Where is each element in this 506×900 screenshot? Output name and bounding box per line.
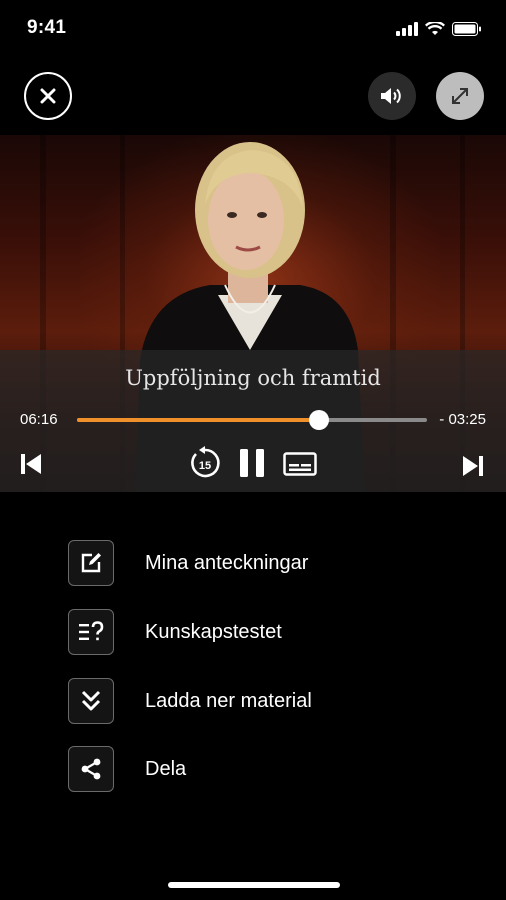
status-icons [396, 22, 482, 36]
menu-icon-box [68, 746, 114, 792]
battery-icon [452, 22, 481, 36]
next-button[interactable] [460, 452, 486, 480]
previous-button[interactable] [18, 450, 44, 478]
menu-item-label: Ladda ner material [145, 689, 312, 712]
volume-icon [381, 88, 401, 104]
menu-item-label: Dela [145, 757, 187, 780]
progress-fill [77, 418, 319, 422]
pause-button[interactable] [238, 448, 266, 478]
menu-item-quiz[interactable]: Kunskapstestet [68, 608, 282, 656]
fullscreen-button[interactable] [436, 72, 484, 120]
menu-icon-box [68, 609, 114, 655]
remaining-time: - 03:25 [439, 411, 486, 428]
menu-icon-box [68, 678, 114, 724]
quiz-icon [79, 621, 104, 641]
elapsed-time: 06:16 [20, 411, 58, 428]
volume-button[interactable] [368, 72, 416, 120]
wifi-icon [425, 22, 445, 35]
close-icon [40, 88, 56, 104]
replay-15-button[interactable]: 15 [188, 446, 222, 480]
next-icon [463, 456, 483, 476]
menu-item-notes[interactable]: Mina anteckningar [68, 539, 308, 587]
share-icon [81, 758, 101, 780]
edit-notes-icon [81, 553, 101, 573]
status-time: 9:41 [27, 17, 67, 38]
download-icon [81, 690, 101, 711]
menu-item-share[interactable]: Dela [68, 745, 186, 793]
subtitles-button[interactable] [282, 451, 318, 477]
progress-bar[interactable] [77, 410, 427, 430]
progress-thumb[interactable] [308, 410, 329, 430]
menu-item-download[interactable]: Ladda ner material [68, 677, 312, 725]
home-indicator[interactable] [168, 882, 340, 888]
menu-icon-box [68, 540, 114, 586]
pause-icon [240, 449, 264, 477]
signal-icon [396, 22, 418, 36]
menu-item-label: Kunskapstestet [145, 620, 282, 643]
expand-icon [452, 88, 468, 104]
close-button[interactable] [24, 72, 72, 120]
replay-seconds-label: 15 [199, 460, 211, 472]
previous-icon [21, 454, 41, 474]
replay-15-icon: 15 [191, 446, 220, 478]
menu-item-label: Mina anteckningar [145, 551, 309, 574]
status-bar: 9:41 [0, 0, 506, 56]
subtitles-icon [283, 452, 317, 476]
video-title: Uppföljning och framtid [125, 366, 381, 390]
